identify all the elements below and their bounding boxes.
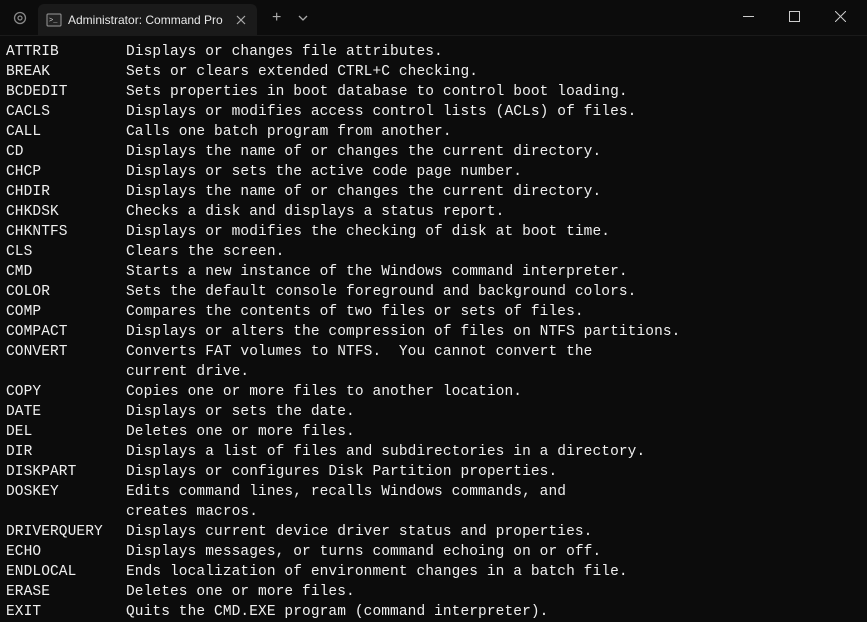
- command-description: Sets or clears extended CTRL+C checking.: [126, 64, 478, 80]
- tab-dropdown-button[interactable]: [291, 4, 315, 32]
- command-row: BREAKSets or clears extended CTRL+C chec…: [6, 62, 861, 82]
- command-name: CACLS: [6, 102, 126, 122]
- command-row: COPYCopies one or more files to another …: [6, 382, 861, 402]
- command-description: Displays messages, or turns command echo…: [126, 544, 601, 560]
- command-description: Displays the name of or changes the curr…: [126, 144, 601, 160]
- maximize-button[interactable]: [771, 0, 817, 32]
- command-name: DOSKEY: [6, 482, 126, 502]
- command-row: CHCPDisplays or sets the active code pag…: [6, 162, 861, 182]
- command-row: CONVERTConverts FAT volumes to NTFS. You…: [6, 342, 861, 362]
- command-row: ECHODisplays messages, or turns command …: [6, 542, 861, 562]
- command-row: COLORSets the default console foreground…: [6, 282, 861, 302]
- command-name: DRIVERQUERY: [6, 522, 126, 542]
- command-name: ATTRIB: [6, 42, 126, 62]
- command-description: Displays or modifies access control list…: [126, 104, 636, 120]
- command-description: Displays the name of or changes the curr…: [126, 184, 601, 200]
- command-description: Displays or sets the active code page nu…: [126, 164, 522, 180]
- command-name: ECHO: [6, 542, 126, 562]
- command-description: Compares the contents of two files or se…: [126, 304, 584, 320]
- command-description: Deletes one or more files.: [126, 424, 355, 440]
- command-description: Deletes one or more files.: [126, 584, 355, 600]
- command-row: CACLSDisplays or modifies access control…: [6, 102, 861, 122]
- command-row: DATEDisplays or sets the date.: [6, 402, 861, 422]
- close-window-button[interactable]: [817, 0, 863, 32]
- command-row: COMPCompares the contents of two files o…: [6, 302, 861, 322]
- command-continuation: current drive.: [6, 362, 861, 382]
- command-name: CHKNTFS: [6, 222, 126, 242]
- command-row: CLSClears the screen.: [6, 242, 861, 262]
- command-description: Displays a list of files and subdirector…: [126, 444, 645, 460]
- command-name: DISKPART: [6, 462, 126, 482]
- command-name: CHKDSK: [6, 202, 126, 222]
- titlebar-left: >_ Administrator: Command Pro +: [0, 0, 315, 35]
- command-description: Displays or changes file attributes.: [126, 44, 443, 60]
- command-name: BCDEDIT: [6, 82, 126, 102]
- command-name: ERASE: [6, 582, 126, 602]
- command-name: CD: [6, 142, 126, 162]
- app-settings-icon[interactable]: [6, 4, 34, 32]
- command-description: Displays or modifies the checking of dis…: [126, 224, 610, 240]
- command-name: EXIT: [6, 602, 126, 622]
- command-description: Checks a disk and displays a status repo…: [126, 204, 504, 220]
- command-description: Clears the screen.: [126, 244, 284, 260]
- command-description: Sets properties in boot database to cont…: [126, 84, 628, 100]
- command-name: DATE: [6, 402, 126, 422]
- command-row: ATTRIBDisplays or changes file attribute…: [6, 42, 861, 62]
- command-row: CHDIRDisplays the name of or changes the…: [6, 182, 861, 202]
- command-name: BREAK: [6, 62, 126, 82]
- command-description: Displays or configures Disk Partition pr…: [126, 464, 557, 480]
- command-name: COPY: [6, 382, 126, 402]
- command-description: Quits the CMD.EXE program (command inter…: [126, 604, 548, 620]
- command-row: CHKDSKChecks a disk and displays a statu…: [6, 202, 861, 222]
- command-row: CHKNTFSDisplays or modifies the checking…: [6, 222, 861, 242]
- command-description: Ends localization of environment changes…: [126, 564, 628, 580]
- command-name: COLOR: [6, 282, 126, 302]
- command-description: Displays or sets the date.: [126, 404, 355, 420]
- command-row: ENDLOCALEnds localization of environment…: [6, 562, 861, 582]
- command-row: CDDisplays the name of or changes the cu…: [6, 142, 861, 162]
- command-description: Converts FAT volumes to NTFS. You cannot…: [126, 344, 592, 360]
- command-row: DIRDisplays a list of files and subdirec…: [6, 442, 861, 462]
- command-row: DELDeletes one or more files.: [6, 422, 861, 442]
- command-name: CMD: [6, 262, 126, 282]
- tab-active[interactable]: >_ Administrator: Command Pro: [38, 4, 257, 36]
- titlebar: >_ Administrator: Command Pro +: [0, 0, 867, 36]
- command-name: CALL: [6, 122, 126, 142]
- command-name: CONVERT: [6, 342, 126, 362]
- command-name: DIR: [6, 442, 126, 462]
- command-description: Edits command lines, recalls Windows com…: [126, 484, 566, 500]
- command-description: Starts a new instance of the Windows com…: [126, 264, 628, 280]
- command-description: Calls one batch program from another.: [126, 124, 452, 140]
- command-name: COMP: [6, 302, 126, 322]
- svg-text:>_: >_: [49, 17, 58, 25]
- command-description: Displays or alters the compression of fi…: [126, 324, 681, 340]
- command-row: ERASEDeletes one or more files.: [6, 582, 861, 602]
- command-description: Copies one or more files to another loca…: [126, 384, 522, 400]
- command-description: Sets the default console foreground and …: [126, 284, 636, 300]
- command-row: CMDStarts a new instance of the Windows …: [6, 262, 861, 282]
- command-continuation: creates macros.: [6, 502, 861, 522]
- cmd-icon: >_: [46, 12, 62, 28]
- window-controls: [725, 0, 867, 35]
- command-name: ENDLOCAL: [6, 562, 126, 582]
- command-row: DISKPARTDisplays or configures Disk Part…: [6, 462, 861, 482]
- command-row: DOSKEYEdits command lines, recalls Windo…: [6, 482, 861, 502]
- command-row: COMPACTDisplays or alters the compressio…: [6, 322, 861, 342]
- command-name: DEL: [6, 422, 126, 442]
- terminal-output[interactable]: ATTRIBDisplays or changes file attribute…: [0, 36, 867, 622]
- command-name: CHCP: [6, 162, 126, 182]
- command-description: Displays current device driver status an…: [126, 524, 592, 540]
- minimize-button[interactable]: [725, 0, 771, 32]
- command-name: COMPACT: [6, 322, 126, 342]
- command-name: CHDIR: [6, 182, 126, 202]
- command-row: DRIVERQUERYDisplays current device drive…: [6, 522, 861, 542]
- new-tab-button[interactable]: +: [263, 4, 291, 32]
- command-row: EXITQuits the CMD.EXE program (command i…: [6, 602, 861, 622]
- command-row: BCDEDITSets properties in boot database …: [6, 82, 861, 102]
- command-row: CALLCalls one batch program from another…: [6, 122, 861, 142]
- command-name: CLS: [6, 242, 126, 262]
- tab-title: Administrator: Command Pro: [68, 13, 223, 27]
- close-tab-button[interactable]: [233, 12, 249, 28]
